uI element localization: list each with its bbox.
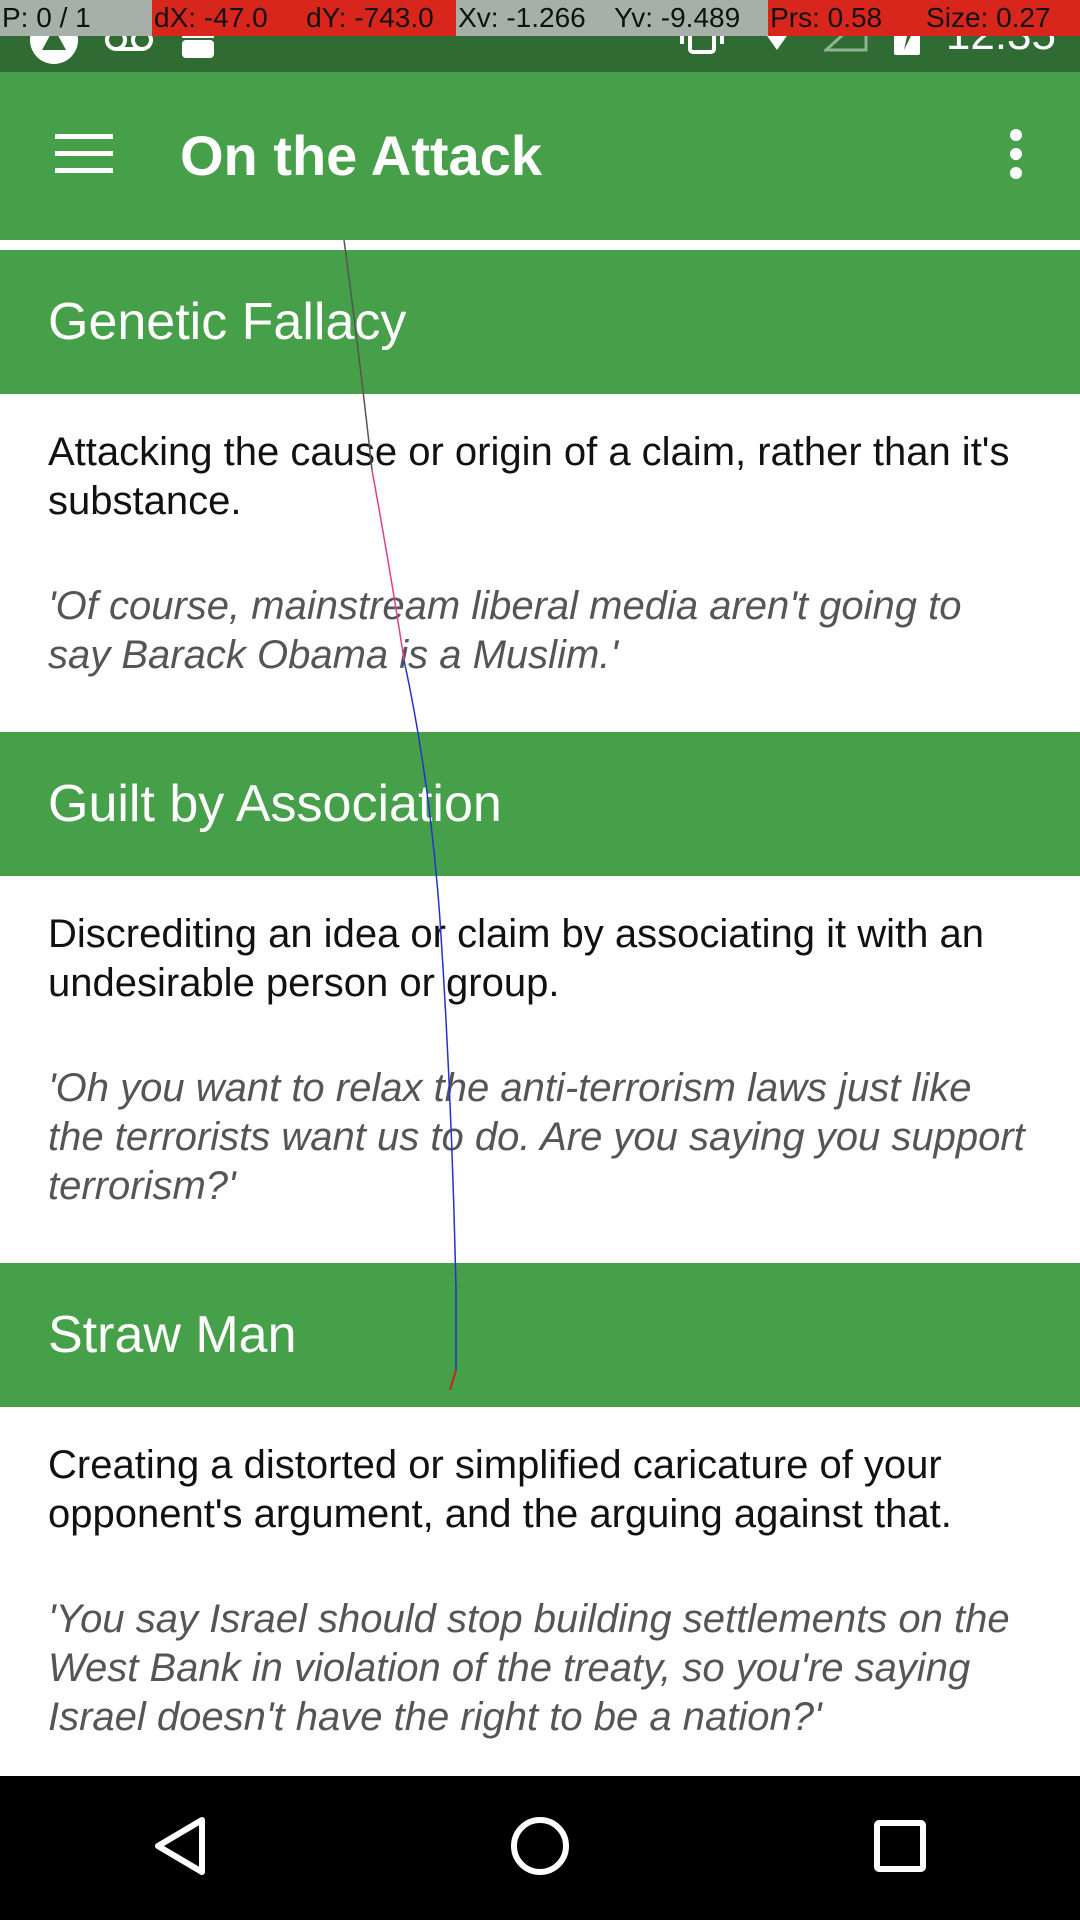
pointer-xv: Xv: -1.266	[456, 0, 613, 36]
pointer-count: P: 0 / 1	[0, 0, 153, 36]
back-button[interactable]	[120, 1788, 240, 1908]
back-triangle-icon	[152, 1816, 208, 1881]
appbar-divider	[0, 240, 1080, 250]
app-bar: On the Attack	[0, 72, 1080, 240]
pointer-yv: Yv: -9.489	[612, 0, 769, 36]
fallacy-section: Guilt by Association Discrediting an ide…	[0, 732, 1080, 1263]
recents-square-icon	[874, 1819, 926, 1877]
navigation-drawer-button[interactable]	[40, 116, 128, 196]
fallacy-definition: Creating a distorted or simplified caric…	[48, 1443, 952, 1536]
system-navigation-bar	[0, 1776, 1080, 1920]
pointer-location-overlay: P: 0 / 1 dX: -47.0 dY: -743.0 Xv: -1.266…	[0, 0, 1080, 36]
fallacy-list[interactable]: Genetic Fallacy Attacking the cause or o…	[0, 250, 1080, 1794]
fallacy-definition: Discrediting an idea or claim by associa…	[48, 912, 984, 1005]
home-circle-icon	[510, 1816, 570, 1881]
pointer-dx: dX: -47.0	[152, 0, 305, 36]
fallacy-section: Genetic Fallacy Attacking the cause or o…	[0, 250, 1080, 732]
hamburger-menu-icon	[55, 133, 113, 179]
home-button[interactable]	[480, 1788, 600, 1908]
pointer-pressure: Prs: 0.58	[768, 0, 925, 36]
fallacy-example: 'Of course, mainstream liberal media are…	[48, 584, 962, 677]
fallacy-definition: Attacking the cause or origin of a claim…	[48, 430, 1010, 523]
fallacy-section: Straw Man Creating a distorted or simpli…	[0, 1263, 1080, 1794]
fallacy-example: 'You say Israel should stop building set…	[48, 1597, 1010, 1739]
section-body: Creating a distorted or simplified caric…	[0, 1407, 1080, 1794]
section-body: Discrediting an idea or claim by associa…	[0, 876, 1080, 1263]
more-vert-icon	[1008, 128, 1024, 185]
overflow-menu-button[interactable]	[976, 116, 1056, 196]
section-body: Attacking the cause or origin of a claim…	[0, 394, 1080, 732]
section-header-straw-man[interactable]: Straw Man	[0, 1263, 1080, 1407]
pointer-dy: dY: -743.0	[304, 0, 457, 36]
recents-button[interactable]	[840, 1788, 960, 1908]
pointer-size: Size: 0.27	[924, 0, 1080, 36]
section-header-guilt-by-association[interactable]: Guilt by Association	[0, 732, 1080, 876]
section-header-genetic-fallacy[interactable]: Genetic Fallacy	[0, 250, 1080, 394]
fallacy-example: 'Oh you want to relax the anti-terrorism…	[48, 1066, 1025, 1208]
page-title: On the Attack	[180, 124, 542, 187]
status-bar: 12:35 P: 0 / 1 dX: -47.0 dY: -743.0 Xv: …	[0, 0, 1080, 72]
